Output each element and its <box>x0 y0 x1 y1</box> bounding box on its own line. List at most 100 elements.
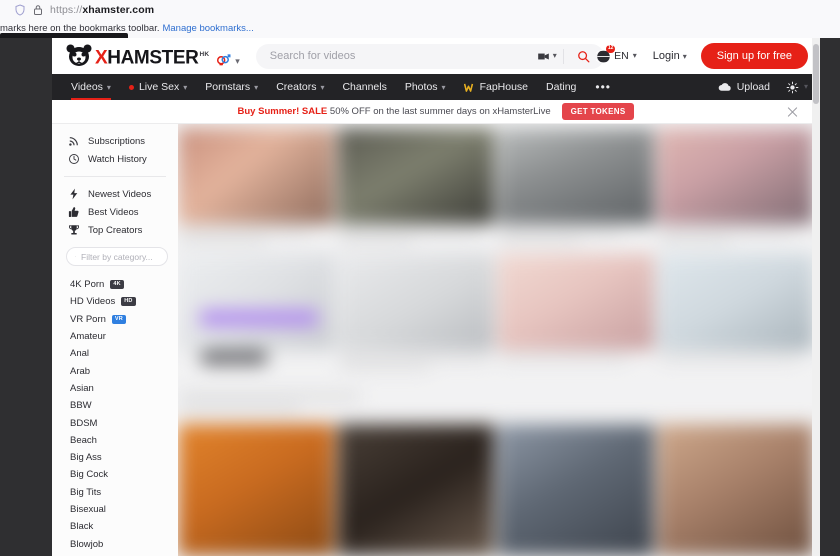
sidebar-item-label: Newest Videos <box>88 188 152 200</box>
sidebar-divider <box>64 176 166 177</box>
thumbnail-tile[interactable] <box>658 254 814 350</box>
thumbnail-tile[interactable] <box>658 424 814 556</box>
brightness-sun-icon[interactable] <box>786 81 799 94</box>
get-tokens-button[interactable]: GET TOKENS <box>561 103 635 120</box>
page-viewport: XHAMSTERHK ▾ Search for videos ▾ 12 EN ▾… <box>0 38 840 556</box>
search-icon <box>75 256 76 257</box>
promo-text: Buy Summer! SALE 50% OFF on the last sum… <box>238 106 551 117</box>
thumbnail-meta <box>500 228 620 235</box>
category-item[interactable]: Bisexual <box>52 501 178 518</box>
category-item[interactable]: 4K Porn 4K <box>52 276 178 293</box>
nav-item-channels[interactable]: Channels <box>333 74 395 100</box>
category-badge: VR <box>111 314 126 324</box>
category-item[interactable]: Black <box>52 518 178 535</box>
url-bar[interactable]: https://xhamster.com <box>0 0 840 19</box>
search-input[interactable] <box>255 50 537 62</box>
category-label: Asian <box>70 382 94 394</box>
sidebar-item-best-videos[interactable]: Best Videos <box>52 203 178 221</box>
thumbnail-tile[interactable] <box>338 424 494 556</box>
nav-item-videos[interactable]: Videos ▾ <box>62 74 120 100</box>
lightning-bolt-icon <box>70 188 78 200</box>
video-grid <box>178 124 820 556</box>
thumbnail-tile[interactable] <box>178 254 334 350</box>
nav-item-creators[interactable]: Creators ▾ <box>267 74 333 100</box>
promo-highlight: Buy Summer! SALE <box>237 106 328 117</box>
category-item[interactable]: Beach <box>52 432 178 449</box>
thumbnail-tile[interactable] <box>338 254 494 350</box>
thumbnail-tile[interactable] <box>178 128 334 224</box>
search-bar[interactable]: ▾ <box>255 43 604 69</box>
nav-more-button[interactable]: ••• <box>585 80 621 94</box>
faphouse-w-icon <box>463 83 473 92</box>
category-filter-input[interactable] <box>81 251 167 262</box>
category-item[interactable]: Big Ass <box>52 449 178 466</box>
gender-dropdown-caret[interactable]: ▾ <box>235 56 240 66</box>
language-caret[interactable]: ▾ <box>633 52 637 60</box>
category-item[interactable]: Amateur <box>52 328 178 345</box>
thumbnail-tile[interactable] <box>658 128 814 224</box>
category-item[interactable]: HD Videos HD <box>52 293 178 310</box>
category-item[interactable]: Asian <box>52 380 178 397</box>
close-icon[interactable] <box>787 106 798 117</box>
thumbnail-meta <box>500 238 580 244</box>
sidebar-item-subscriptions[interactable]: Subscriptions <box>52 132 178 150</box>
category-list: 4K Porn 4K HD Videos HD VR Porn VR Amateur Anal… <box>52 276 178 553</box>
chevron-down-icon: ▾ <box>320 82 325 92</box>
search-icon <box>578 50 590 62</box>
upload-button[interactable]: Upload <box>718 74 770 100</box>
nav-label: FapHouse <box>479 81 529 93</box>
thumbnail-tile[interactable] <box>498 254 654 350</box>
category-item[interactable]: Blowjob <box>52 535 178 552</box>
category-label: Big Tits <box>70 486 102 498</box>
thumbnail-meta <box>180 228 310 235</box>
nav-item-live-sex[interactable]: Live Sex ▾ <box>120 74 196 100</box>
category-item[interactable]: BDSM <box>52 414 178 431</box>
section-heading-placeholder <box>180 392 360 401</box>
nav-item-pornstars[interactable]: Pornstars ▾ <box>196 74 267 100</box>
sidebar-item-top-creators[interactable]: Top Creators <box>52 221 178 239</box>
chevron-down-icon: ▾ <box>183 82 188 92</box>
signup-button[interactable]: Sign up for free <box>700 43 808 69</box>
theme-caret[interactable]: ▾ <box>804 83 808 91</box>
thumbnail-tile[interactable] <box>178 424 334 556</box>
nav-item-dating[interactable]: Dating <box>537 74 585 100</box>
sidebar-item-newest-videos[interactable]: Newest Videos <box>52 185 178 203</box>
category-item[interactable]: Big Cock <box>52 466 178 483</box>
manage-bookmarks-link[interactable]: Manage bookmarks... <box>162 23 253 34</box>
scrollbar-thumb[interactable] <box>813 44 819 104</box>
category-item[interactable]: Big Tits <box>52 484 178 501</box>
gender-symbols-icon[interactable] <box>216 51 231 66</box>
screenshot-root: https://xhamster.com marks here on the b… <box>0 0 840 556</box>
thumbnail-tile[interactable] <box>498 128 654 224</box>
nav-label: Dating <box>546 81 577 93</box>
language-selector[interactable]: 12 EN ▾ <box>594 44 637 64</box>
category-filter[interactable] <box>66 247 168 266</box>
search-camera-filter-button[interactable]: ▾ <box>537 51 563 62</box>
sidebar-item-watch-history[interactable]: Watch History <box>52 150 178 168</box>
shield-icon[interactable] <box>14 3 26 16</box>
site-logo[interactable]: XHAMSTERHK <box>66 43 209 69</box>
lock-icon[interactable] <box>33 4 43 16</box>
category-item[interactable]: VR Porn VR <box>52 311 178 328</box>
page-scrollbar[interactable] <box>812 38 820 556</box>
live-dot-icon <box>128 84 134 90</box>
category-item[interactable]: BBW <box>52 397 178 414</box>
thumbnail-meta <box>340 354 490 361</box>
logo-rest: HAMSTER <box>107 47 199 69</box>
thumbnail-tile[interactable] <box>498 424 654 556</box>
thumbnail-tile[interactable] <box>338 128 494 224</box>
promo-pill <box>200 310 318 326</box>
nav-item-photos[interactable]: Photos ▾ <box>396 74 455 100</box>
category-item[interactable]: Arab <box>52 362 178 379</box>
language-label: EN <box>614 50 629 62</box>
search-filter-caret[interactable]: ▾ <box>553 52 557 60</box>
nav-label: Creators <box>276 81 317 93</box>
login-link[interactable]: Login ▾ <box>653 50 687 62</box>
category-item[interactable]: Anal <box>52 345 178 362</box>
sidebar-item-label: Subscriptions <box>88 135 146 147</box>
nav-label: Pornstars <box>205 81 251 93</box>
blurred-thumbnails-layer <box>178 124 820 556</box>
rss-icon <box>69 137 78 146</box>
nav-item-faphouse[interactable]: FapHouse <box>455 74 537 100</box>
category-label: HD Videos <box>70 296 116 308</box>
